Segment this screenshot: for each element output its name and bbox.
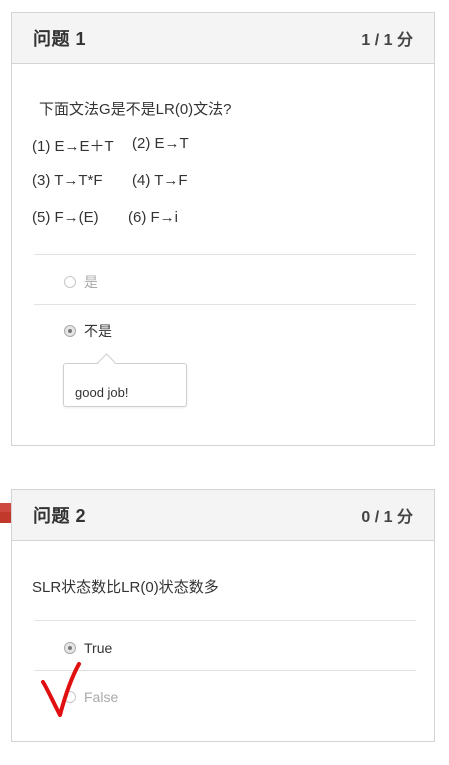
- grammar-rule-2: (2) E→T: [132, 135, 189, 152]
- option-true[interactable]: True: [64, 640, 112, 656]
- feedback-tooltip: good job!: [63, 363, 187, 407]
- grammar-rule-5: (5) F→(E): [32, 209, 99, 226]
- grammar-rule-6: (6) F→i: [128, 209, 178, 226]
- question-2-title: 问题 2: [33, 506, 87, 526]
- divider: [34, 620, 416, 621]
- option-no[interactable]: 不是: [64, 321, 112, 341]
- divider: [34, 254, 416, 255]
- option-true-label: True: [84, 640, 113, 656]
- option-no-label: 不是: [84, 323, 112, 339]
- question-2-header: 问题 2 0 / 1 分: [12, 490, 434, 541]
- option-false-label: False: [84, 689, 119, 705]
- option-yes[interactable]: 是: [64, 272, 98, 292]
- grammar-rule-3: (3) T→T*F: [32, 172, 103, 189]
- question-1-header: 问题 1 1 / 1 分: [12, 13, 434, 64]
- option-yes-label: 是: [84, 274, 98, 290]
- grammar-rule-1: (1) E→E＋T: [32, 138, 114, 155]
- question-2-score: 0 / 1 分: [361, 509, 413, 526]
- radio-checked-icon[interactable]: [64, 325, 76, 337]
- question-2-prompt: SLR状态数比LR(0)状态数多: [32, 579, 219, 596]
- divider: [34, 304, 416, 305]
- question-1-title: 问题 1: [33, 29, 87, 49]
- grammar-rule-4: (4) T→F: [132, 172, 188, 189]
- question-1-score: 1 / 1 分: [361, 32, 413, 49]
- question-1-card: 问题 1 1 / 1 分 下面文法G是不是LR(0)文法? (1) E→E＋T …: [11, 12, 435, 446]
- handwritten-checkmark-icon: [41, 662, 81, 717]
- divider: [34, 670, 416, 671]
- radio-unchecked-icon[interactable]: [64, 276, 76, 288]
- question-1-prompt: 下面文法G是不是LR(0)文法?: [39, 101, 232, 118]
- radio-checked-icon[interactable]: [64, 642, 76, 654]
